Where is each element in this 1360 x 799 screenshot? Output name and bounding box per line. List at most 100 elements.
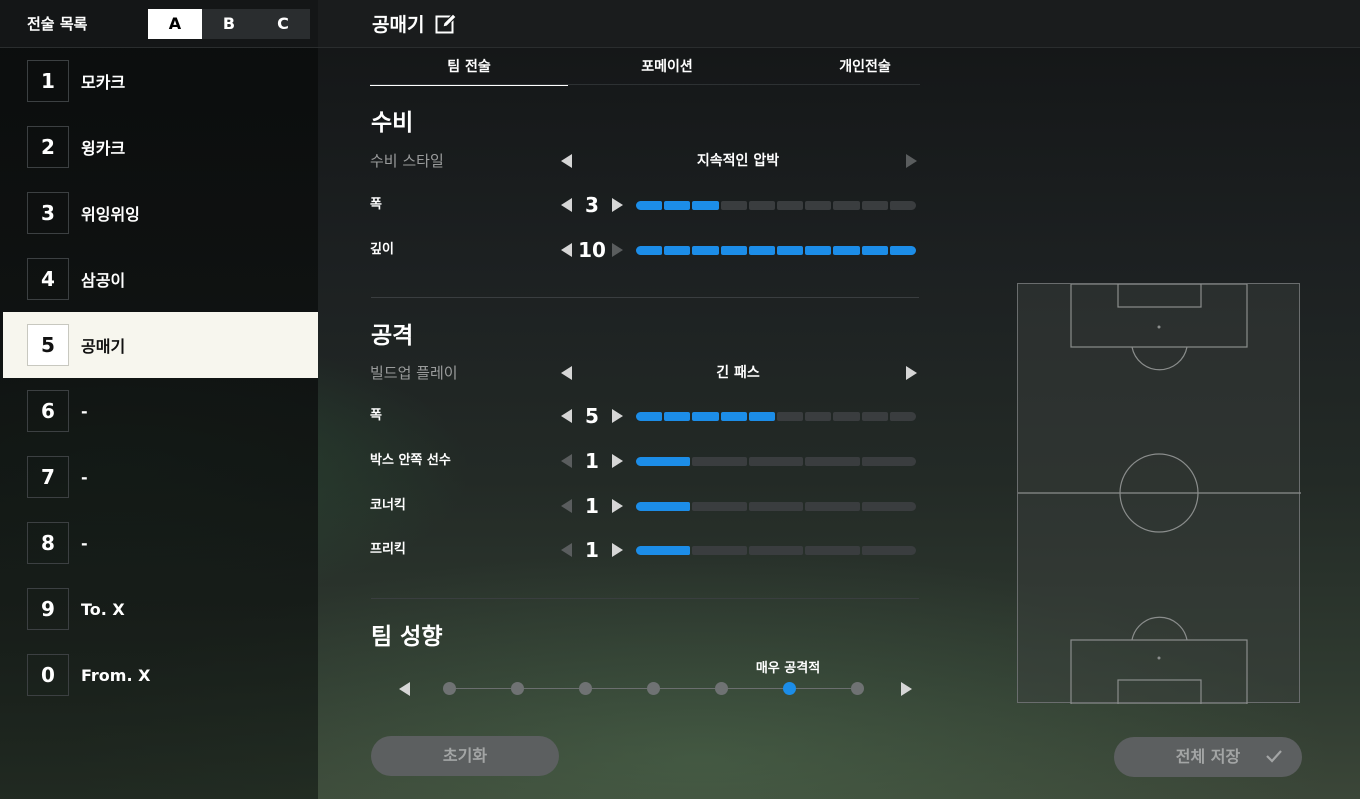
corner-kick-decrease-arrow[interactable]	[561, 499, 572, 513]
tactic-item-0[interactable]: 0 From. X	[3, 642, 318, 708]
attack-width-bar[interactable]	[636, 412, 917, 421]
tactic-slot-number: 5	[27, 324, 69, 366]
defense-depth-label: 깊이	[370, 242, 394, 257]
buildup-next-arrow[interactable]	[906, 366, 917, 380]
bar-segment	[833, 412, 860, 421]
bar-segment	[664, 201, 691, 210]
tactic-list-title: 전술 목록	[27, 15, 88, 33]
set-tab-b[interactable]: B	[202, 9, 256, 39]
tactic-list-panel: 전술 목록 A B C 1 모카크 2 윙카크 3 위잉위잉 4 삼공이 5 공매기 6-…	[0, 0, 318, 799]
attack-width-decrease-arrow[interactable]	[561, 409, 572, 423]
box-players-decrease-arrow[interactable]	[561, 454, 572, 468]
check-icon	[1266, 750, 1282, 763]
edit-icon[interactable]	[434, 12, 458, 36]
defense-depth-increase-arrow[interactable]	[612, 243, 623, 257]
defense-width-increase-arrow[interactable]	[612, 198, 623, 212]
tab-individual-tactics[interactable]: 개인전술	[766, 52, 964, 86]
defense-style-label: 수비 스타일	[370, 152, 444, 170]
team-mentality-step-dot[interactable]	[579, 682, 592, 695]
defense-width-bar[interactable]	[636, 201, 917, 210]
attack-width-label: 폭	[370, 408, 382, 423]
bar-segment	[748, 457, 804, 466]
bar-segment	[861, 201, 888, 210]
bar-segment	[748, 546, 804, 555]
tactic-item-2[interactable]: 2 윙카크	[3, 114, 318, 180]
bar-segment	[664, 412, 691, 421]
tactic-item-5[interactable]: 5 공매기	[3, 312, 318, 378]
tactic-item-7[interactable]: 7-	[3, 444, 318, 510]
tactic-slot-number: 1	[27, 60, 69, 102]
buildup-prev-arrow[interactable]	[561, 366, 572, 380]
bar-segment	[805, 546, 860, 555]
team-mentality-step-dot[interactable]	[647, 682, 660, 695]
defense-style-row: 수비 스타일 지속적인 압박	[370, 147, 920, 175]
tactic-slot-number: 0	[27, 654, 69, 696]
set-tab-c[interactable]: C	[256, 9, 310, 39]
defense-style-next-arrow[interactable]	[906, 154, 917, 168]
tactic-item-4[interactable]: 4 삼공이	[3, 246, 318, 312]
tactic-name: 공매기	[372, 14, 425, 36]
corner-kick-bar[interactable]	[636, 502, 917, 511]
team-mentality-step-dot[interactable]	[511, 682, 524, 695]
set-tab-a[interactable]: A	[148, 8, 202, 39]
team-mentality-slider[interactable]	[399, 674, 915, 704]
buildup-row: 빌드업 플레이 긴 패스	[370, 359, 920, 387]
tab-formation[interactable]: 포메이션	[568, 52, 766, 86]
reset-button[interactable]: 초기화	[371, 736, 559, 776]
free-kick-increase-arrow[interactable]	[612, 543, 623, 557]
tactic-slot-name: -	[81, 467, 88, 487]
bar-segment	[805, 201, 832, 210]
defense-width-value: 3	[585, 193, 599, 217]
defense-style-prev-arrow[interactable]	[561, 154, 572, 168]
free-kick-row: 프리킥 1	[370, 536, 920, 564]
defense-width-decrease-arrow[interactable]	[561, 198, 572, 212]
tactic-item-3[interactable]: 3 위잉위잉	[3, 180, 318, 246]
bar-segment	[692, 457, 747, 466]
tactic-header: 공매기	[318, 0, 1360, 48]
corner-kick-value: 1	[585, 494, 599, 518]
buildup-label: 빌드업 플레이	[370, 364, 458, 382]
bar-segment	[805, 412, 832, 421]
tactic-slot-number: 7	[27, 456, 69, 498]
bar-segment	[748, 246, 776, 255]
free-kick-bar[interactable]	[636, 546, 917, 555]
bar-segment	[636, 246, 663, 255]
team-mentality-step-dot[interactable]	[851, 682, 864, 695]
save-all-button[interactable]: 전체 저장	[1114, 737, 1302, 777]
bar-segment	[805, 457, 860, 466]
bar-segment	[664, 246, 691, 255]
team-mentality-step-dot[interactable]	[783, 682, 796, 695]
bar-segment	[748, 502, 804, 511]
attack-width-increase-arrow[interactable]	[612, 409, 623, 423]
box-players-increase-arrow[interactable]	[612, 454, 623, 468]
tactic-slot-name: 위잉위잉	[81, 205, 140, 224]
attack-width-value: 5	[585, 404, 599, 428]
tactic-item-9[interactable]: 9 To. X	[3, 576, 318, 642]
bar-segment	[692, 546, 747, 555]
box-players-bar[interactable]	[636, 457, 917, 466]
team-mentality-next-arrow[interactable]	[901, 682, 912, 696]
bar-segment	[636, 457, 691, 466]
tactic-item-1[interactable]: 1 모카크	[3, 48, 318, 114]
defense-style-value: 지속적인 압박	[696, 153, 780, 169]
defense-depth-decrease-arrow[interactable]	[561, 243, 572, 257]
tactic-slot-number: 2	[27, 126, 69, 168]
free-kick-decrease-arrow[interactable]	[561, 543, 572, 557]
team-mentality-step-dot[interactable]	[715, 682, 728, 695]
defense-section-title: 수비	[371, 110, 414, 136]
section-divider	[371, 297, 919, 298]
defense-width-label: 폭	[370, 197, 382, 212]
bar-segment	[692, 502, 747, 511]
corner-kick-increase-arrow[interactable]	[612, 499, 623, 513]
tactic-tabs: 팀 전술 포메이션 개인전술	[370, 52, 964, 86]
team-mentality-step-dot[interactable]	[443, 682, 456, 695]
bar-segment	[833, 201, 860, 210]
tactic-item-6[interactable]: 6-	[3, 378, 318, 444]
team-mentality-prev-arrow[interactable]	[399, 682, 410, 696]
tactic-item-8[interactable]: 8-	[3, 510, 318, 576]
free-kick-value: 1	[585, 538, 599, 562]
tab-team-tactics[interactable]: 팀 전술	[370, 52, 568, 86]
defense-depth-bar[interactable]	[636, 246, 917, 255]
tactic-list: 1 모카크 2 윙카크 3 위잉위잉 4 삼공이 5 공매기 6- 7- 8- 9 To. …	[3, 48, 318, 708]
tactic-slot-number: 8	[27, 522, 69, 564]
